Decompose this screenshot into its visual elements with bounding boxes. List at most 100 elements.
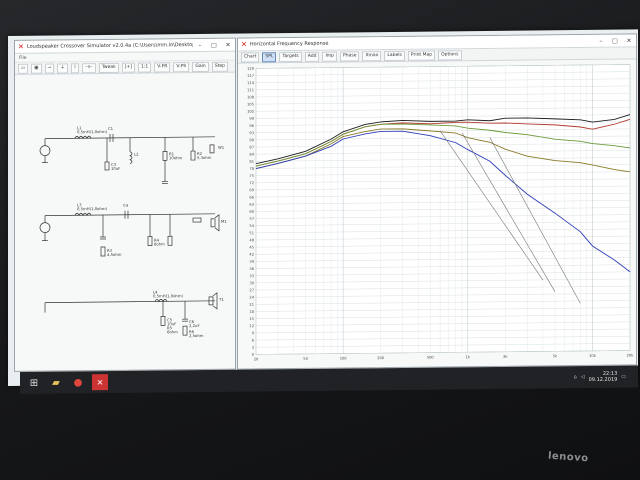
y-tick-label: 57	[249, 217, 254, 221]
chrome-icon[interactable]: ●	[70, 374, 86, 390]
y-tick-label: 66	[249, 195, 254, 199]
label-r2-val: 5,3ohm	[197, 155, 212, 160]
y-tick-label: 42	[249, 253, 254, 257]
schematic-drawing: L1 0,5mH(1,0ohm) C1 C3 10uF L2 R1 10ohm …	[39, 125, 227, 338]
options-button[interactable]: Options	[438, 49, 462, 60]
y-tick-label: 6	[252, 338, 255, 342]
app-logo-icon: ✕	[18, 42, 24, 51]
y-tick-label: 60	[249, 210, 254, 214]
spl-select[interactable]: SPL	[262, 51, 277, 62]
maximize-button[interactable]: □	[207, 41, 221, 48]
targets-button[interactable]: Targets	[279, 51, 302, 62]
left-window-title: Loudspeaker Crossover Simulator v2.0.4a …	[26, 42, 193, 50]
y-tick-label: 117	[247, 74, 254, 78]
crossover-simulator-window: ✕ Loudspeaker Crossover Simulator v2.0.4…	[14, 37, 236, 372]
close-button[interactable]: ✕	[622, 37, 636, 44]
y-tick-label: 108	[247, 95, 255, 99]
frequency-response-window: ✕ Horizontal Frequency Response – □ ✕ Ch…	[237, 33, 637, 370]
notifications-icon[interactable]: ▭	[621, 374, 626, 380]
y-tick-label: 54	[249, 224, 254, 228]
volume-icon[interactable]: ◁	[581, 374, 585, 380]
menu-file[interactable]: File	[19, 55, 27, 60]
y-tick-label: 3	[252, 346, 254, 350]
chart-menu[interactable]: Chart	[241, 51, 260, 63]
maximize-button[interactable]: □	[608, 37, 622, 44]
schematic-canvas[interactable]: L1 0,5mH(1,0ohm) C1 C3 10uF L2 R1 10ohm …	[15, 71, 235, 371]
y-tick-label: 30	[249, 281, 254, 285]
chart-area[interactable]: 120 117 114 111 108 105 102 99 96 93 90 87 84 81 78 75 7…	[238, 58, 636, 368]
y-tick-label: 12	[249, 324, 254, 328]
minimize-button[interactable]: –	[594, 37, 608, 44]
y-tick-label: 0	[252, 353, 255, 357]
label-r4-val: 8ohm	[154, 241, 165, 246]
y-tick-label: 48	[249, 238, 254, 242]
chart-grid	[255, 64, 631, 355]
y-tick-label: 45	[249, 245, 254, 249]
close-button[interactable]: ✕	[221, 41, 235, 48]
label-c6-val: 2,2uF	[189, 323, 200, 328]
y-tick-label: 39	[249, 260, 254, 264]
label-r6-val: 2,5ohm	[189, 333, 204, 338]
label-l2: L2	[134, 152, 139, 157]
label-r5-val: 6ohm	[167, 329, 178, 334]
y-tick-label: 24	[249, 296, 254, 300]
y-tick-label: 69	[249, 188, 254, 192]
y-tick-label: 75	[249, 174, 254, 178]
y-axis-ticks: 1201171141111081051029996939087848178757…	[247, 67, 255, 357]
minimize-button[interactable]: –	[193, 41, 207, 48]
xsim-taskbar-icon[interactable]: ✕	[92, 374, 108, 391]
label-t1: T1	[218, 297, 224, 302]
x-tick-label: 500	[427, 356, 435, 360]
label-c1: C1	[108, 126, 114, 131]
frequency-response-chart: 1201171141111081051029996939087848178757…	[247, 64, 635, 361]
label-c4: C4	[123, 203, 129, 208]
x-tick-label: 200	[377, 356, 385, 360]
y-tick-label: 18	[249, 310, 254, 314]
labels-button[interactable]: Labels	[384, 50, 405, 61]
y-tick-label: 114	[247, 81, 255, 85]
system-tray: ⌂ ◁ 22:13 09.12.2019 ▭	[574, 371, 638, 384]
label-l3-val: 0,5mH(1,0ohm)	[77, 206, 108, 211]
y-tick-label: 96	[249, 124, 254, 128]
x-tick-label: 1k	[466, 355, 471, 359]
desktop-screen: ✕ Loudspeaker Crossover Simulator v2.0.4…	[8, 29, 638, 387]
network-icon[interactable]: ⌂	[574, 374, 577, 380]
phase-button[interactable]: Phase	[340, 50, 360, 62]
xmax-button[interactable]: Xmax	[362, 50, 382, 61]
x-tick-label: 2k	[503, 355, 508, 359]
y-tick-label: 78	[249, 167, 254, 171]
y-tick-label: 33	[249, 274, 254, 278]
clock[interactable]: 22:13 09.12.2019	[589, 371, 618, 383]
x-axis-ticks: 20 50 100 200 500 1k 2k 5k 10k 20k	[254, 353, 635, 361]
x-tick-label: 20k	[627, 353, 635, 357]
label-w1: W1	[218, 145, 225, 150]
y-tick-label: 111	[247, 88, 254, 92]
y-tick-label: 87	[249, 145, 254, 149]
x-tick-label: 50	[303, 357, 308, 361]
tweeter-1-icon	[209, 144, 215, 154]
label-l1-val: 0,5mH(1,0ohm)	[77, 129, 108, 134]
y-tick-label: 81	[249, 160, 254, 164]
y-tick-label: 84	[249, 153, 254, 157]
imp-button[interactable]: Imp	[322, 51, 338, 62]
start-windows-icon[interactable]: ⊞	[26, 375, 42, 391]
midrange-icon	[210, 218, 216, 228]
label-r3-val: 4,5ohm	[107, 252, 122, 257]
x-tick-label: 100	[340, 356, 348, 360]
y-tick-label: 120	[247, 67, 255, 71]
print-map-button[interactable]: Print Map	[407, 50, 436, 61]
y-tick-label: 105	[247, 102, 254, 106]
y-tick-label: 72	[249, 181, 254, 185]
y-tick-label: 90	[249, 138, 254, 142]
file-explorer-icon[interactable]: ▰	[48, 375, 64, 391]
y-tick-label: 63	[249, 203, 254, 207]
app-logo-icon: ✕	[241, 40, 247, 49]
y-tick-label: 36	[249, 267, 254, 271]
add-button[interactable]: Add	[304, 51, 320, 62]
y-tick-label: 99	[249, 117, 254, 121]
label-l4-val: 0,5mH(1,0ohm)	[153, 293, 184, 298]
y-tick-label: 9	[252, 331, 255, 335]
clock-date: 09.12.2019	[588, 376, 618, 384]
y-tick-label: 93	[249, 131, 254, 135]
x-tick-label: 5k	[553, 354, 558, 358]
